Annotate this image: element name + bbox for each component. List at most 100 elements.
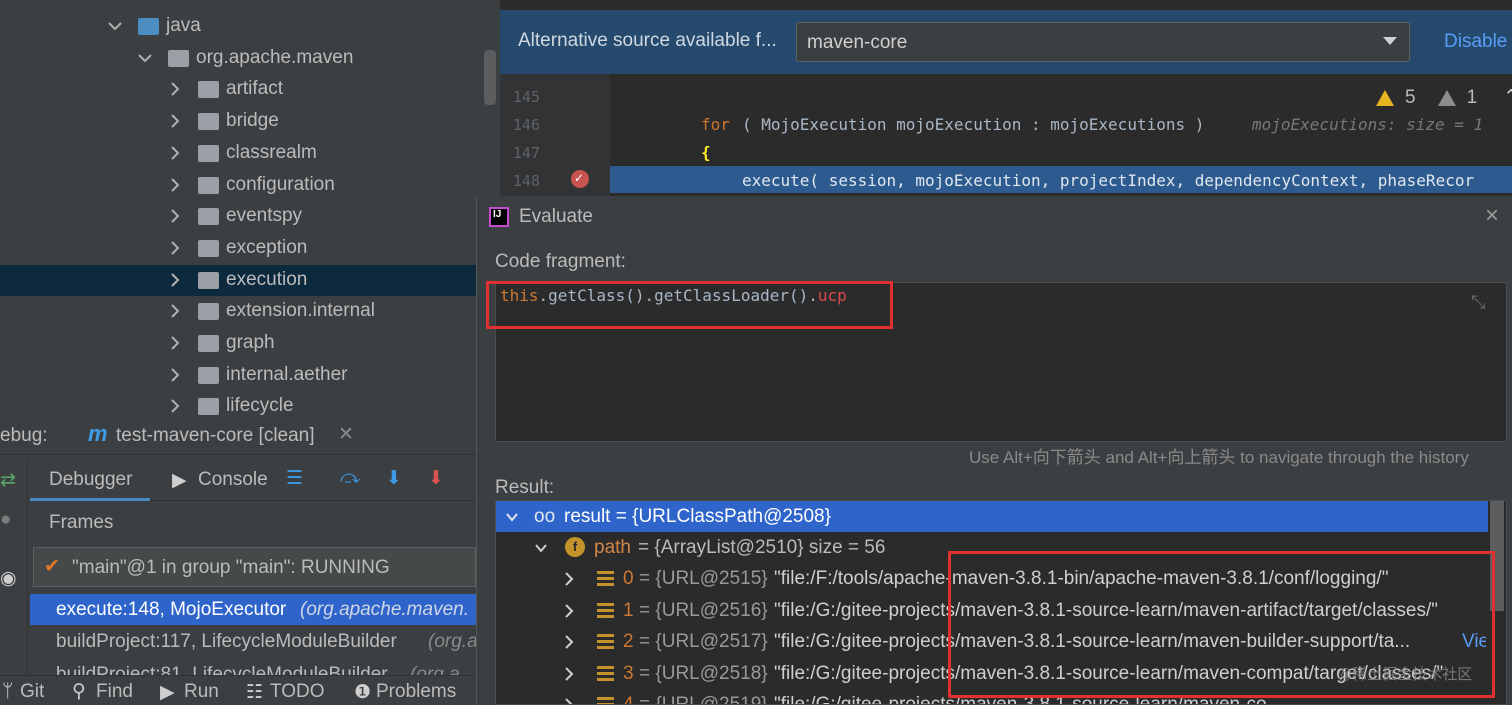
folder-icon (198, 303, 219, 321)
resume-icon[interactable]: ● (0, 509, 11, 531)
code-keyword-for: for (701, 115, 730, 134)
git-button[interactable]: Git (20, 681, 44, 703)
folder-icon (198, 208, 219, 226)
chevron-right-icon[interactable] (168, 367, 182, 382)
frame-item[interactable]: buildProject:117, LifecycleModuleBuilder… (30, 626, 476, 657)
check-icon: ✔ (44, 556, 60, 577)
chevron-down-icon[interactable] (534, 541, 548, 555)
tree-item-label: java (166, 15, 201, 36)
tree-item[interactable]: artifact (0, 74, 500, 105)
tree-item[interactable]: lifecycle (0, 391, 500, 415)
folder-icon (198, 176, 219, 194)
list-entry-icon (597, 697, 614, 704)
run-config-tab[interactable]: test-maven-core [clean] (116, 425, 315, 447)
folder-icon (198, 144, 219, 162)
debug-title-bar: ebug: m test-maven-core [clean] ✕ (0, 415, 476, 455)
disable-link[interactable]: Disable (1444, 31, 1507, 53)
code-editor[interactable]: Alternative source available f... maven-… (500, 0, 1512, 200)
frame-class: (org.apache.maven. (300, 599, 469, 620)
tree-item-label: lifecycle (226, 395, 294, 415)
watch-icon: oo (534, 506, 556, 527)
menu-icon[interactable]: ☰ (286, 467, 303, 490)
chevron-right-icon[interactable] (168, 304, 182, 319)
run-button[interactable]: Run (184, 681, 219, 703)
console-icon: ▶ (172, 470, 187, 491)
weak-warning-count: 1 (1466, 86, 1478, 108)
frame-method: execute:148, MojoExecutor (56, 599, 287, 620)
source-select[interactable]: maven-core (796, 22, 1410, 62)
tree-item[interactable]: graph (0, 328, 500, 359)
todo-button[interactable]: TODO (270, 681, 325, 703)
line-number: 147 (512, 144, 540, 162)
force-step-into-icon[interactable]: ⬇ (428, 467, 444, 490)
warning-icon (1376, 89, 1394, 106)
thread-select[interactable]: ✔ "main"@1 in group "main": RUNNING (33, 547, 476, 587)
tree-item[interactable]: org.apache.maven (0, 43, 500, 74)
chevron-right-icon[interactable] (562, 635, 576, 649)
tree-item[interactable]: configuration (0, 170, 500, 201)
tree-item[interactable]: java (0, 11, 500, 42)
field-name: path (594, 537, 631, 558)
tree-item[interactable]: bridge (0, 106, 500, 137)
collapse-icon[interactable]: ⤡ (1471, 292, 1485, 313)
chevron-right-icon[interactable] (562, 698, 576, 705)
tab-console[interactable]: Console (198, 469, 268, 491)
breakpoint-icon[interactable]: ✓ (571, 170, 589, 188)
chevron-right-icon[interactable] (168, 272, 182, 287)
chevron-down-icon[interactable] (138, 51, 152, 65)
chevron-up-icon[interactable]: ⌃ (1503, 86, 1512, 109)
list-entry-icon (597, 602, 614, 619)
folder-icon (198, 81, 219, 99)
chevron-right-icon[interactable] (168, 177, 182, 192)
folder-icon (198, 335, 219, 352)
view-breakpoints-icon[interactable]: ◉ (0, 567, 17, 590)
warning-count: 5 (1405, 86, 1416, 108)
chevron-right-icon[interactable] (562, 666, 576, 681)
tree-item[interactable]: internal.aether (0, 360, 500, 391)
step-over-icon[interactable]: ⤼ (340, 467, 360, 489)
debug-tool-window: ebug: m test-maven-core [clean] ✕ ⇄ ● ◉ … (0, 415, 476, 705)
maven-icon: m (88, 421, 108, 446)
find-button[interactable]: Find (96, 681, 133, 703)
debug-label: ebug: (0, 425, 48, 446)
problems-button[interactable]: Problems (376, 681, 456, 703)
chevron-right-icon[interactable] (168, 241, 182, 255)
rerun-icon[interactable]: ⇄ (0, 469, 16, 492)
chevron-right-icon[interactable] (168, 399, 182, 414)
tree-item[interactable]: execution (0, 264, 500, 296)
tree-item-label: exception (226, 236, 308, 258)
tree-item-label: extension.internal (226, 300, 375, 322)
chevron-down-icon[interactable] (505, 510, 519, 524)
close-icon[interactable]: ✕ (338, 423, 354, 446)
alternative-source-banner: Alternative source available f... maven-… (500, 10, 1512, 74)
folder-icon (198, 239, 219, 257)
chevron-right-icon[interactable] (168, 82, 182, 97)
tree-item[interactable]: classrealm (0, 138, 500, 169)
chevron-right-icon[interactable] (168, 209, 182, 223)
result-root-row[interactable]: oo result = {URLClassPath@2508} (496, 501, 1488, 532)
chevron-down-icon[interactable] (108, 19, 122, 33)
chevron-right-icon[interactable] (168, 336, 182, 350)
list-entry-icon (597, 571, 614, 587)
problems-indicator[interactable]: 5 1 ⌃ (1376, 86, 1512, 109)
chevron-right-icon[interactable] (562, 572, 576, 586)
close-icon[interactable]: × (1485, 202, 1499, 230)
step-into-icon[interactable]: ⬇ (386, 467, 402, 490)
tree-item-label: execution (226, 268, 308, 290)
problems-icon: ❶ (354, 682, 372, 703)
tree-item[interactable]: extension.internal (0, 296, 500, 327)
tab-debugger[interactable]: Debugger (30, 457, 150, 501)
code-line-147: { (701, 143, 711, 162)
highlight-box (486, 281, 893, 329)
tree-item[interactable]: exception (0, 233, 500, 264)
chevron-right-icon[interactable] (168, 114, 182, 128)
tree-item-label: org.apache.maven (196, 46, 354, 68)
chevron-right-icon[interactable] (168, 146, 182, 160)
tree-scrollbar[interactable] (484, 50, 496, 105)
folder-icon (198, 113, 219, 131)
frame-item-selected[interactable]: execute:148, MojoExecutor (org.apache.ma… (30, 594, 476, 625)
chevron-right-icon[interactable] (562, 603, 576, 618)
debug-tabs: Debugger ▶ Console ☰ ⤼ ⬇ ⬇ (30, 457, 476, 501)
line-number: 145 (512, 88, 540, 106)
tree-item[interactable]: eventspy (0, 201, 500, 232)
